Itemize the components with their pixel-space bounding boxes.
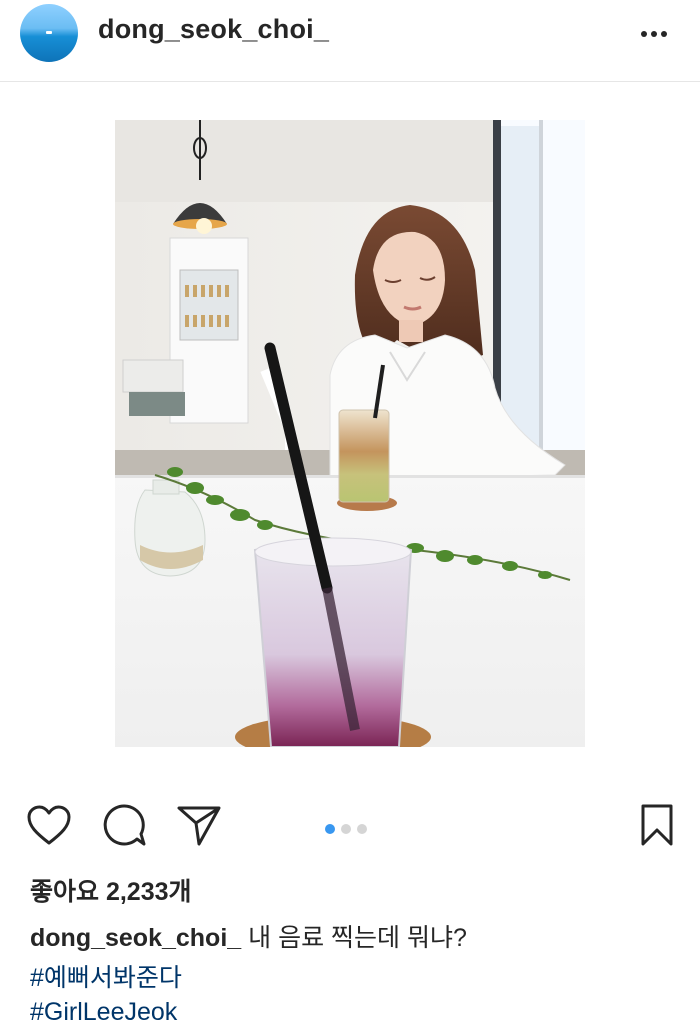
hashtag-link[interactable]: #예뻐서봐준다 xyxy=(30,958,182,994)
post-media[interactable] xyxy=(0,82,700,782)
heart-icon xyxy=(27,805,71,845)
bookmark-icon xyxy=(641,804,673,846)
post-caption: dong_seok_choi_ 내 음료 찍는데 뭐냐? xyxy=(30,922,467,954)
like-button[interactable] xyxy=(24,800,74,850)
more-dot xyxy=(641,31,647,37)
header-username[interactable]: dong_seok_choi_ xyxy=(98,14,329,45)
post-actions xyxy=(0,800,700,860)
more-options-icon[interactable] xyxy=(641,28,675,40)
carousel-dot xyxy=(357,824,367,834)
comment-icon xyxy=(103,804,146,846)
carousel-dot-active xyxy=(325,824,335,834)
cafe-photo-illustration xyxy=(115,120,585,747)
share-button[interactable] xyxy=(174,800,224,850)
post-photo[interactable] xyxy=(115,120,585,747)
more-dot xyxy=(661,31,667,37)
profile-avatar[interactable] xyxy=(20,4,78,62)
carousel-indicator xyxy=(325,824,367,834)
avatar-boat-shape xyxy=(46,31,52,34)
post-header: dong_seok_choi_ xyxy=(0,0,700,82)
save-button[interactable] xyxy=(632,800,682,850)
send-icon xyxy=(177,806,221,846)
caption-username[interactable]: dong_seok_choi_ xyxy=(30,924,241,952)
more-dot xyxy=(651,31,657,37)
caption-text: 내 음료 찍는데 뭐냐? xyxy=(241,924,467,952)
carousel-dot xyxy=(341,824,351,834)
hashtag-link[interactable]: #GirlLeeJeok xyxy=(30,998,177,1027)
likes-count[interactable]: 좋아요 2,233개 xyxy=(30,872,192,908)
comment-button[interactable] xyxy=(99,800,149,850)
